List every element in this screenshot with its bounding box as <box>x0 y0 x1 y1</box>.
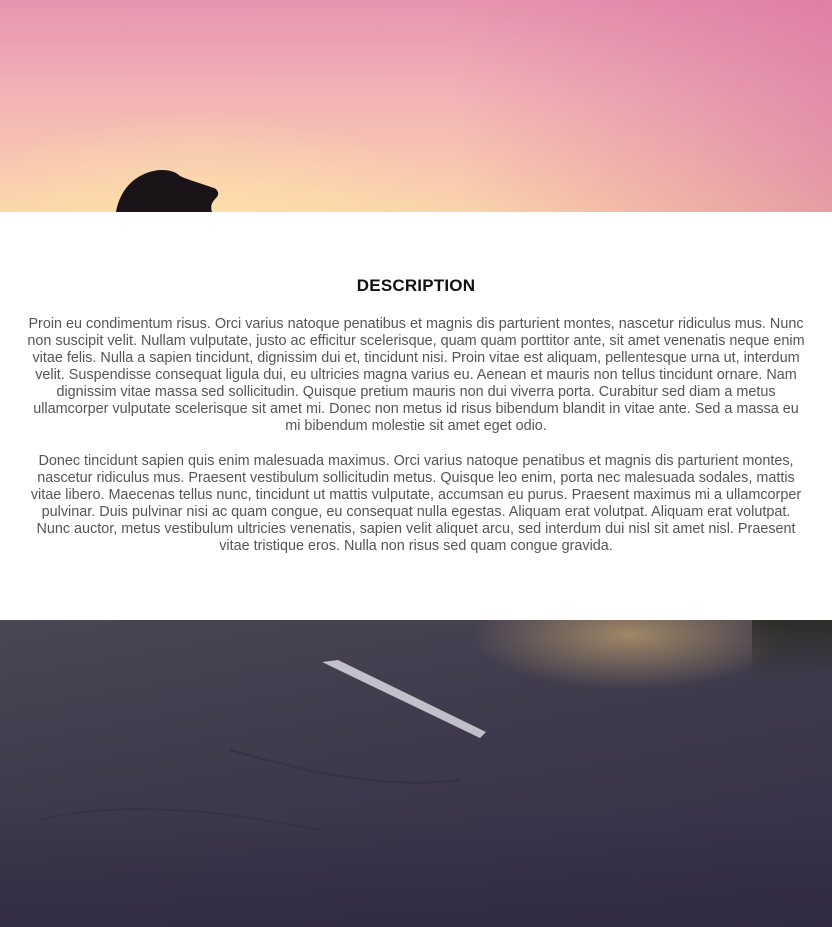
lane-marking-icon <box>39 660 486 831</box>
head-silhouette-icon <box>116 170 219 212</box>
description-paragraph-2: Donec tincidunt sapien quis enim malesua… <box>30 453 802 554</box>
hero-image-top <box>0 0 832 212</box>
sunset-glow <box>0 110 460 212</box>
description-paragraph-1: Proin eu condimentum risus. Orci varius … <box>27 316 805 434</box>
hero-image-bottom <box>0 620 832 927</box>
sky-tint <box>452 0 832 212</box>
description-section: DESCRIPTION Proin eu condimentum risus. … <box>0 212 832 620</box>
description-heading: DESCRIPTION <box>356 276 476 295</box>
page: DESCRIPTION Proin eu condimentum risus. … <box>0 0 832 927</box>
